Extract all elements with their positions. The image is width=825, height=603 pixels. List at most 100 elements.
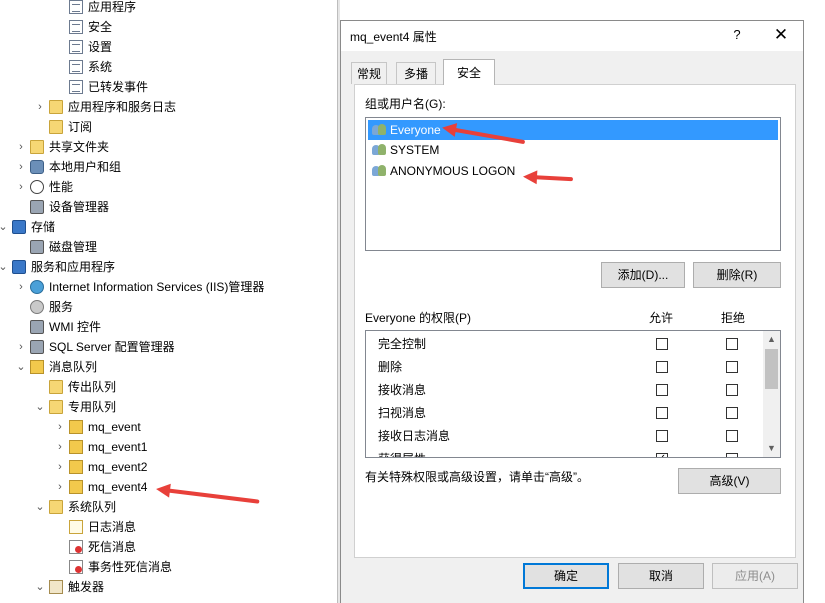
- collapse-chevron-icon[interactable]: ⌄: [35, 497, 45, 517]
- tree-item-label: 订阅: [68, 120, 93, 134]
- tree-item[interactable]: ⌄ 存储: [0, 217, 337, 237]
- expand-chevron-icon[interactable]: ›: [55, 417, 65, 437]
- tree-item[interactable]: 安全: [0, 17, 337, 37]
- deny-checkbox[interactable]: [726, 453, 738, 457]
- tree-item[interactable]: › Internet Information Services (IIS)管理器: [0, 277, 337, 297]
- tree-item[interactable]: › mq_event1: [0, 437, 337, 457]
- tree-item-label: mq_event2: [88, 460, 148, 474]
- scrollbar-thumb[interactable]: [765, 349, 778, 389]
- user-item-everyone[interactable]: Everyone: [368, 120, 778, 140]
- dialog-titlebar: mq_event4 属性 ? ✕: [341, 21, 803, 51]
- tree-item[interactable]: 事务性死信消息: [0, 557, 337, 577]
- tree-item-label: 服务: [49, 300, 74, 314]
- tab-general[interactable]: 常规: [351, 62, 387, 84]
- cancel-button[interactable]: 取消: [618, 563, 704, 589]
- ok-button[interactable]: 确定: [523, 563, 609, 589]
- folder-icon: [49, 500, 63, 514]
- tree-item[interactable]: › 本地用户和组: [0, 157, 337, 177]
- trigger-icon: [49, 580, 63, 594]
- expand-chevron-icon[interactable]: ›: [16, 137, 26, 157]
- tree-item-label: mq_event: [88, 420, 141, 434]
- tree-item-label: 设置: [88, 40, 113, 54]
- shared-folder-icon: [30, 140, 44, 154]
- message-queue-icon: [30, 360, 44, 374]
- help-icon[interactable]: ?: [729, 27, 745, 45]
- allow-checkbox[interactable]: [656, 430, 668, 442]
- folder-icon: [49, 100, 63, 114]
- tree-item[interactable]: 服务: [0, 297, 337, 317]
- tree-item[interactable]: 传出队列: [0, 377, 337, 397]
- allow-checkbox[interactable]: [656, 384, 668, 396]
- properties-dialog: mq_event4 属性 ? ✕ 常规 多播 安全 组或用户名(G): Ever…: [340, 20, 804, 603]
- tree-item[interactable]: WMI 控件: [0, 317, 337, 337]
- deny-checkbox[interactable]: [726, 407, 738, 419]
- deny-checkbox[interactable]: [726, 361, 738, 373]
- tree-item[interactable]: ⌄ 服务和应用程序: [0, 257, 337, 277]
- expand-chevron-icon[interactable]: ›: [55, 477, 65, 497]
- add-button[interactable]: 添加(D)...: [601, 262, 685, 288]
- tree-item[interactable]: › SQL Server 配置管理器: [0, 337, 337, 357]
- tree-item[interactable]: › 共享文件夹: [0, 137, 337, 157]
- user-item-system[interactable]: SYSTEM: [368, 140, 778, 160]
- tree-item[interactable]: 设置: [0, 37, 337, 57]
- tree-item-label: mq_event1: [88, 440, 148, 454]
- collapse-chevron-icon[interactable]: ⌄: [35, 577, 45, 597]
- expand-chevron-icon[interactable]: ›: [16, 157, 26, 177]
- permission-name: 获得属性: [378, 452, 426, 457]
- expand-chevron-icon[interactable]: ›: [16, 337, 26, 357]
- tree-item-label: SQL Server 配置管理器: [49, 340, 175, 354]
- permissions-list: 完全控制删除接收消息扫视消息接收日志消息获得属性 ✓ ▲ ▼: [365, 330, 781, 458]
- tree-item[interactable]: › mq_event: [0, 417, 337, 437]
- tree-item[interactable]: 系统: [0, 57, 337, 77]
- tree-item[interactable]: 设备管理器: [0, 197, 337, 217]
- users-group-icon: [30, 160, 44, 174]
- tree-item[interactable]: › 应用程序和服务日志: [0, 97, 337, 117]
- user-group-icon: [372, 123, 387, 137]
- deny-checkbox[interactable]: [726, 430, 738, 442]
- tree-item[interactable]: 磁盘管理: [0, 237, 337, 257]
- tree-item[interactable]: › mq_event2: [0, 457, 337, 477]
- iis-icon: [30, 280, 44, 294]
- performance-icon: [30, 180, 44, 194]
- tree-item[interactable]: 订阅: [0, 117, 337, 137]
- tree-item[interactable]: › 性能: [0, 177, 337, 197]
- scroll-up-icon[interactable]: ▲: [763, 331, 780, 348]
- tree-item[interactable]: 死信消息: [0, 537, 337, 557]
- tree-item[interactable]: ⌄ 消息队列: [0, 357, 337, 377]
- expand-chevron-icon[interactable]: ›: [55, 457, 65, 477]
- expand-chevron-icon[interactable]: ›: [35, 97, 45, 117]
- tree-item[interactable]: 日志消息: [0, 517, 337, 537]
- tree-item[interactable]: ⌄ 系统队列: [0, 497, 337, 517]
- remove-button[interactable]: 删除(R): [693, 262, 781, 288]
- tree-item[interactable]: ⌄ 触发器: [0, 577, 337, 597]
- tab-multicast[interactable]: 多播: [396, 62, 436, 84]
- expand-chevron-icon[interactable]: ›: [16, 277, 26, 297]
- tree-item[interactable]: ⌄ 专用队列: [0, 397, 337, 417]
- allow-checkbox[interactable]: [656, 361, 668, 373]
- user-name: ANONYMOUS LOGON: [390, 164, 516, 178]
- event-log-icon: [69, 60, 83, 74]
- expand-chevron-icon[interactable]: ›: [55, 437, 65, 457]
- tree-item-label: 存储: [31, 220, 56, 234]
- collapse-chevron-icon[interactable]: ⌄: [35, 397, 45, 417]
- scroll-down-icon[interactable]: ▼: [763, 440, 780, 457]
- users-listbox[interactable]: Everyone SYSTEM ANONYMOUS LOGON: [365, 117, 781, 251]
- tree-item[interactable]: 已转发事件: [0, 77, 337, 97]
- permissions-scrollbar[interactable]: ▲ ▼: [763, 331, 780, 457]
- collapse-chevron-icon[interactable]: ⌄: [0, 257, 8, 277]
- apply-button[interactable]: 应用(A): [712, 563, 798, 589]
- allow-checkbox[interactable]: [656, 407, 668, 419]
- tree-item[interactable]: 应用程序: [0, 0, 337, 17]
- expand-chevron-icon[interactable]: ›: [16, 177, 26, 197]
- deny-checkbox[interactable]: [726, 384, 738, 396]
- close-icon[interactable]: ✕: [771, 25, 791, 45]
- collapse-chevron-icon[interactable]: ⌄: [16, 357, 26, 377]
- deny-checkbox[interactable]: [726, 338, 738, 350]
- advanced-button[interactable]: 高级(V): [678, 468, 781, 494]
- allow-checkbox[interactable]: [656, 338, 668, 350]
- collapse-chevron-icon[interactable]: ⌄: [0, 217, 8, 237]
- allow-checkbox[interactable]: ✓: [656, 453, 668, 457]
- tab-security[interactable]: 安全: [443, 59, 495, 85]
